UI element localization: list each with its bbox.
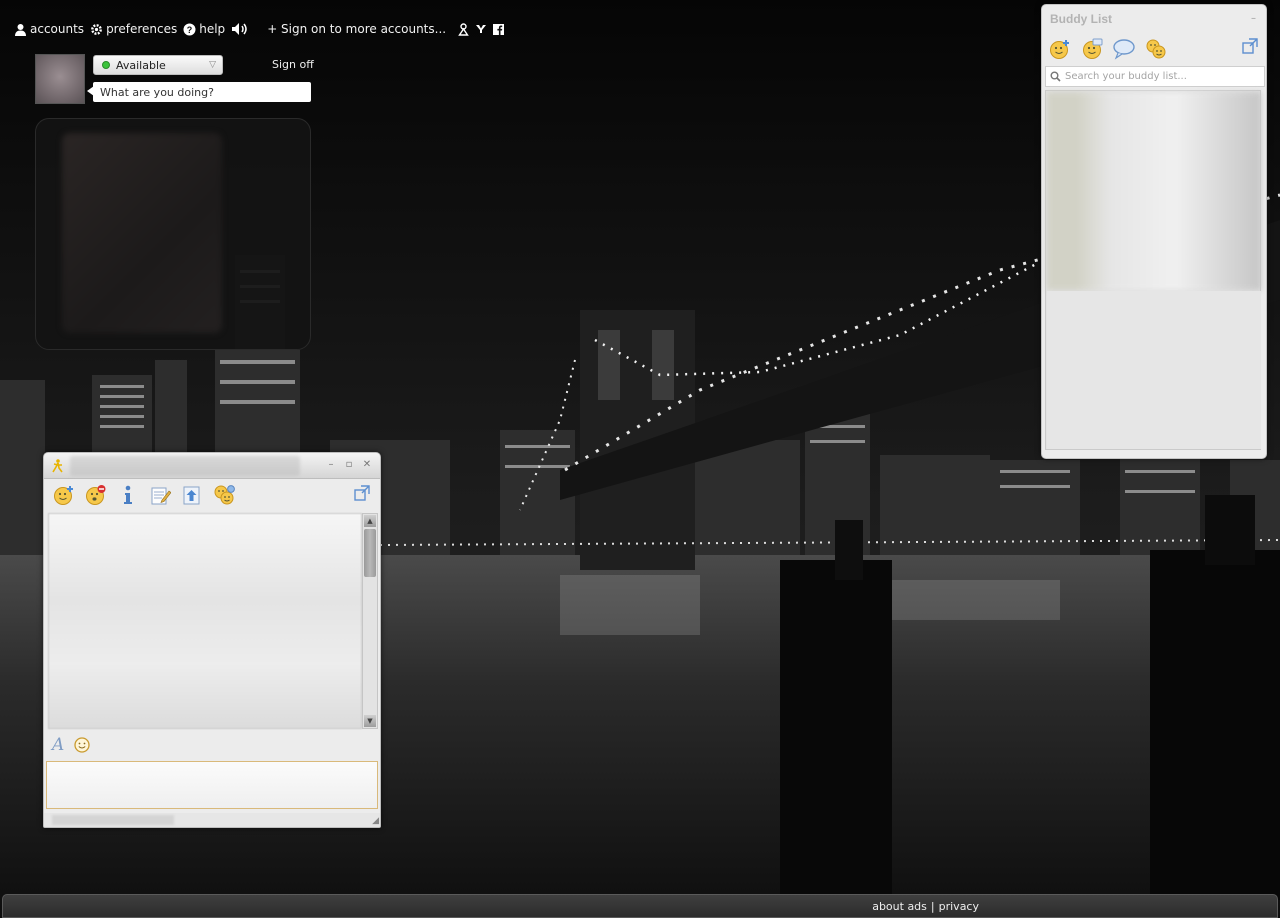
footer-bar: about ads | privacy [2, 894, 1278, 918]
accounts-menu[interactable]: accounts [14, 22, 84, 36]
notes-icon [151, 487, 171, 505]
format-bar: A [52, 735, 90, 755]
svg-text:?: ? [187, 25, 193, 35]
chat-status-strip [44, 813, 380, 827]
chat-history-blurred [48, 513, 362, 729]
buddy-search-input[interactable] [1065, 71, 1255, 82]
scroll-down-icon[interactable]: ▼ [364, 715, 376, 727]
chat-toolbar [44, 479, 380, 511]
top-bar: accounts preferences ? help + Sign on to… [14, 20, 510, 38]
preferences-menu[interactable]: preferences [90, 22, 177, 36]
im-bubble-icon [1113, 39, 1135, 60]
add-buddy-button[interactable] [52, 483, 76, 507]
info-icon [124, 485, 132, 504]
person-icon [15, 23, 26, 36]
close-button[interactable]: ✕ [362, 459, 372, 470]
accounts-label: accounts [30, 22, 85, 36]
chat-titlebar[interactable]: – ▫ ✕ [44, 453, 380, 479]
available-status-icon [102, 61, 110, 69]
aim-account-button[interactable] [458, 22, 469, 36]
send-file-button[interactable] [180, 483, 204, 507]
chat-window: – ▫ ✕ ▲ ▼ A ◢ [43, 452, 381, 828]
group-chat-icon [1146, 39, 1166, 59]
yahoo-account-button[interactable] [475, 23, 487, 35]
add-group-icon [1083, 38, 1103, 59]
popout-icon [1242, 38, 1258, 54]
add-buddy-icon [54, 486, 73, 505]
facebook-icon [493, 23, 505, 35]
smiley-icon[interactable] [74, 737, 90, 753]
popout-icon [354, 485, 370, 501]
scroll-thumb[interactable] [364, 529, 376, 577]
buddy-list-titlebar[interactable]: Buddy List – [1042, 5, 1266, 33]
blurred-buddy-entries [1047, 92, 1261, 290]
scroll-up-icon[interactable]: ▲ [364, 515, 376, 527]
buddy-popout-button[interactable] [1242, 38, 1258, 58]
add-buddy-icon [1050, 40, 1069, 59]
buddy-list-contacts[interactable] [1045, 90, 1261, 450]
facebook-account-button[interactable] [493, 23, 505, 35]
blurred-ad-content [62, 133, 222, 333]
chat-contact-name-blurred [70, 455, 300, 476]
yahoo-icon [476, 25, 487, 33]
im-button[interactable] [1112, 37, 1136, 61]
help-icon: ? [183, 23, 196, 35]
buddy-list-toolbar [1042, 33, 1266, 65]
minimize-button[interactable]: – [326, 459, 336, 470]
speaker-icon [232, 23, 247, 35]
footer-separator: | [930, 899, 935, 913]
avatar[interactable] [35, 54, 85, 104]
group-chat-button[interactable] [212, 483, 236, 507]
gear-icon [91, 23, 102, 35]
blurred-status-text [52, 815, 174, 825]
help-menu[interactable]: ? help [183, 22, 225, 36]
help-label: help [199, 22, 226, 36]
add-buddy-button[interactable] [1048, 37, 1072, 61]
chevron-down-icon: ▽ [209, 60, 216, 70]
minimize-button[interactable]: – [1251, 13, 1256, 24]
add-group-button[interactable] [1080, 37, 1104, 61]
resize-grip-icon[interactable]: ◢ [372, 816, 379, 826]
group-chat-button[interactable] [1144, 37, 1168, 61]
status-dropdown[interactable]: Available ▽ [93, 55, 223, 75]
ad-panel [35, 118, 311, 350]
font-format-icon[interactable]: A [52, 735, 64, 755]
send-file-icon [183, 486, 200, 505]
sign-off-link[interactable]: Sign off [272, 58, 314, 71]
chat-scrollbar[interactable]: ▲ ▼ [362, 513, 378, 729]
sign-on-more-accounts[interactable]: + Sign on to more accounts... [267, 22, 446, 36]
buddy-list-window: Buddy List – [1041, 4, 1267, 459]
maximize-button[interactable]: ▫ [344, 459, 354, 470]
status-message-input[interactable] [93, 82, 311, 102]
search-icon [1050, 71, 1061, 82]
group-chat-icon [214, 485, 235, 505]
buddy-search-box[interactable] [1045, 66, 1265, 87]
block-button[interactable] [84, 483, 108, 507]
block-icon [86, 485, 106, 505]
aim-running-man-icon [52, 458, 63, 472]
status-label: Available [116, 58, 166, 72]
info-button[interactable] [116, 483, 140, 507]
privacy-link[interactable]: privacy [939, 900, 979, 913]
sign-on-label: + Sign on to more accounts... [267, 22, 447, 36]
preferences-label: preferences [106, 22, 178, 36]
aim-buddy-icon [458, 22, 469, 36]
chat-popout-button[interactable] [354, 485, 370, 505]
buddy-list-title: Buddy List [1050, 12, 1112, 26]
about-ads-link[interactable]: about ads [872, 900, 927, 913]
sound-toggle[interactable] [231, 22, 249, 36]
message-compose-input[interactable] [46, 761, 378, 809]
notes-button[interactable] [148, 483, 172, 507]
buddy-list-empty-area [1047, 291, 1261, 449]
